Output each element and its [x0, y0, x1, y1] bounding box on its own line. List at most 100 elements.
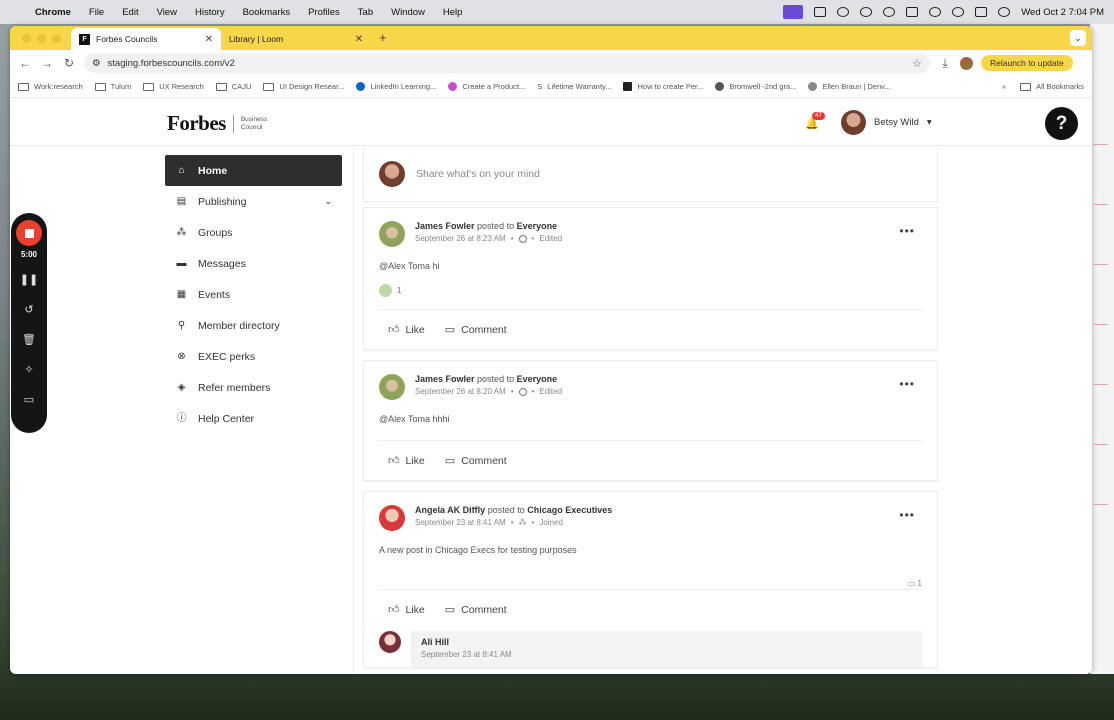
bookmark-item[interactable]: How to create Per...: [623, 82, 703, 91]
tab-forbes-councils[interactable]: F Forbes Councils ✕: [71, 28, 221, 50]
posted-to-text: posted to: [477, 374, 515, 384]
more-options-icon[interactable]: •••: [899, 508, 915, 522]
menu-history[interactable]: History: [186, 7, 234, 18]
menu-window[interactable]: Window: [382, 7, 434, 18]
new-tab-button[interactable]: +: [371, 30, 395, 50]
screen-record-icon[interactable]: [783, 5, 804, 19]
control-center-icon[interactable]: [975, 7, 988, 17]
all-bookmarks-item[interactable]: All Bookmarks: [1020, 82, 1084, 91]
logo-subtitle-line: Council: [240, 123, 263, 131]
half-circle-icon[interactable]: [860, 7, 873, 17]
effects-icon[interactable]: ✧: [24, 363, 33, 379]
maximize-window-button[interactable]: [52, 34, 61, 43]
tab-loom-library[interactable]: ✱ Library | Loom ✕: [21, 28, 371, 255]
like-button[interactable]: 👍︎ Like: [388, 454, 425, 468]
sidebar-item-exec-perks[interactable]: ⊗ EXEC perks: [165, 341, 342, 372]
sidebar-item-publishing[interactable]: ▤ Publishing ⌄: [165, 186, 342, 217]
reload-icon[interactable]: ↻: [62, 56, 76, 70]
spotlight-search-icon[interactable]: [952, 7, 965, 17]
menu-view[interactable]: View: [148, 7, 186, 18]
post-author[interactable]: James Fowler: [415, 374, 475, 384]
camera-icon[interactable]: ▭: [24, 393, 34, 409]
trash-icon[interactable]: 🗑︎: [22, 333, 36, 349]
bookmark-item[interactable]: Tulum: [94, 82, 131, 91]
avatar[interactable]: [379, 374, 405, 400]
menu-app-name[interactable]: Chrome: [26, 7, 80, 18]
relaunch-button[interactable]: Relaunch to update: [981, 55, 1073, 71]
comment-button[interactable]: ▭ Comment: [445, 454, 507, 468]
user-menu[interactable]: Betsy Wild ▾: [841, 110, 932, 135]
notification-badge: 47: [812, 112, 825, 120]
menubar-clock[interactable]: Wed Oct 2 7:04 PM: [1021, 7, 1104, 18]
menu-tab[interactable]: Tab: [349, 7, 382, 18]
stop-recording-button[interactable]: [16, 220, 42, 246]
gear-icon[interactable]: [837, 7, 850, 17]
menu-profiles[interactable]: Profiles: [299, 7, 349, 18]
comment-button[interactable]: ▭ Comment: [445, 323, 507, 337]
bookmark-item[interactable]: UI Design Resear...: [263, 82, 344, 91]
comment-count[interactable]: ▭ 1: [908, 579, 922, 588]
close-tab-icon[interactable]: ✕: [355, 34, 363, 45]
close-tab-icon[interactable]: ✕: [205, 34, 213, 45]
post-audience[interactable]: Chicago Executives: [527, 505, 612, 515]
menu-file[interactable]: File: [80, 7, 113, 18]
menu-edit[interactable]: Edit: [113, 7, 147, 18]
url-field[interactable]: ⚙ staging.forbescouncils.com/v2 ☆: [84, 53, 930, 73]
composer-placeholder[interactable]: Share what's on your mind: [416, 168, 540, 180]
thumbs-up-icon: 👍︎: [388, 324, 400, 336]
battery-icon[interactable]: [906, 7, 919, 17]
sidebar-item-home[interactable]: ⌂ Home: [165, 155, 342, 186]
bookmark-item[interactable]: CAJU: [215, 82, 251, 91]
avatar[interactable]: [379, 221, 405, 247]
post-author[interactable]: Angela AK Diffly: [415, 505, 485, 515]
wifi-icon[interactable]: [929, 7, 942, 17]
bookmark-item[interactable]: Create a Product...: [448, 82, 525, 91]
tab-search-chevron-icon[interactable]: ⌄: [1070, 30, 1086, 46]
menu-bookmarks[interactable]: Bookmarks: [234, 7, 300, 18]
more-options-icon[interactable]: •••: [899, 377, 915, 391]
post-composer[interactable]: Share what's on your mind: [363, 146, 938, 202]
help-button[interactable]: ?: [1045, 107, 1078, 140]
bookmark-item[interactable]: UX Research: [143, 82, 204, 91]
sidebar-item-member-directory[interactable]: ⚲ Member directory: [165, 310, 342, 341]
sidebar-item-groups[interactable]: ⁂ Groups: [165, 217, 342, 248]
bookmark-item[interactable]: S Lifetime Warranty...: [537, 82, 611, 91]
comment-author[interactable]: Ali Hill: [421, 637, 912, 647]
pause-icon[interactable]: ❚❚: [20, 273, 38, 289]
like-button[interactable]: 👍︎ Like: [388, 603, 425, 617]
bookmark-item[interactable]: Ellen Braun | Denv...: [808, 82, 891, 91]
reaction-summary[interactable]: 1: [364, 271, 937, 297]
comment-button[interactable]: ▭ Comment: [445, 603, 507, 617]
menu-help[interactable]: Help: [434, 7, 472, 18]
sidebar-item-messages[interactable]: ▬ Messages: [165, 248, 342, 279]
close-window-button[interactable]: [22, 34, 31, 43]
profile-avatar[interactable]: [960, 56, 973, 70]
chevron-down-icon[interactable]: ⌄: [324, 196, 332, 207]
sidebar-item-help-center[interactable]: ⓘ Help Center: [165, 403, 342, 434]
site-settings-icon[interactable]: ⚙: [92, 58, 101, 69]
more-bookmarks-chevron-icon[interactable]: »: [1002, 82, 1006, 91]
bookmark-star-icon[interactable]: ☆: [912, 57, 922, 70]
more-options-icon[interactable]: •••: [899, 224, 915, 238]
sidebar-item-events[interactable]: ▦ Events: [165, 279, 342, 310]
minimize-window-button[interactable]: [37, 34, 46, 43]
download-icon[interactable]: ⤓: [938, 56, 952, 71]
forbes-logo[interactable]: Forbes Business Council: [167, 111, 267, 136]
avatar[interactable]: [379, 505, 405, 531]
restart-icon[interactable]: ↺: [24, 303, 33, 319]
bookmark-item[interactable]: Work:research: [18, 82, 83, 91]
sidebar-item-refer-members[interactable]: ◈ Refer members: [165, 372, 342, 403]
post-audience[interactable]: Everyone: [517, 221, 558, 231]
post-author[interactable]: James Fowler: [415, 221, 475, 231]
back-arrow-icon[interactable]: ←: [18, 56, 32, 70]
bookmark-item[interactable]: LinkedIn Learning...: [356, 82, 436, 91]
avatar[interactable]: [379, 631, 401, 653]
siri-icon[interactable]: [998, 7, 1011, 17]
post-audience[interactable]: Everyone: [517, 374, 558, 384]
comment-label: Comment: [461, 454, 507, 467]
eye-icon[interactable]: [883, 7, 896, 17]
forward-arrow-icon[interactable]: →: [40, 56, 54, 70]
like-button[interactable]: 👍︎ Like: [388, 323, 425, 337]
status-icon[interactable]: [814, 7, 827, 17]
bookmark-item[interactable]: Bromwell -2nd gra...: [715, 82, 796, 91]
